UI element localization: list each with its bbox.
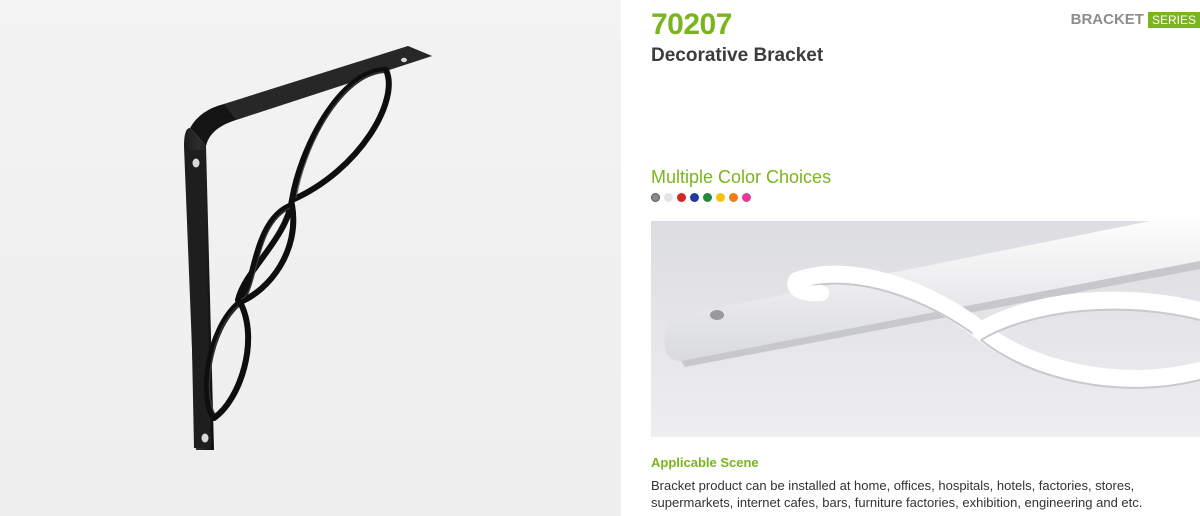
- color-swatch-green[interactable]: [703, 193, 712, 202]
- color-swatch-pink[interactable]: [742, 193, 751, 202]
- screw-hole-bottom: [201, 433, 209, 443]
- series-tag: BRACKET SERIES: [1071, 11, 1200, 29]
- product-info-panel: 70207 Decorative Bracket BRACKET SERIES …: [621, 0, 1200, 516]
- closeup-screw-hole: [710, 310, 724, 320]
- color-swatch-yellow[interactable]: [716, 193, 725, 202]
- model-number: 70207: [651, 8, 732, 41]
- detail-photo: [651, 221, 1200, 437]
- colors-heading: Multiple Color Choices: [651, 167, 832, 187]
- scene-title: Applicable Scene: [651, 455, 759, 470]
- color-swatch-grey[interactable]: [651, 193, 660, 202]
- scene-description: Bracket product can be installed at home…: [651, 478, 1143, 510]
- product-name: Decorative Bracket: [651, 45, 824, 66]
- color-swatch-orange[interactable]: [729, 193, 738, 202]
- series-word: BRACKET: [1070, 11, 1144, 28]
- bracket-photo: [184, 46, 432, 450]
- bracket-closeup-photo: [651, 221, 1200, 437]
- color-swatch-blue[interactable]: [690, 193, 699, 202]
- color-swatch-red[interactable]: [677, 193, 686, 202]
- series-badge: SERIES: [1147, 12, 1200, 28]
- screw-hole-top: [192, 158, 200, 168]
- screw-hole-arm: [401, 57, 407, 63]
- bracket-loop-scroll: [203, 67, 392, 421]
- color-swatch-list: [651, 193, 751, 202]
- product-photo-panel: [0, 0, 621, 516]
- color-swatch-white[interactable]: [664, 193, 673, 202]
